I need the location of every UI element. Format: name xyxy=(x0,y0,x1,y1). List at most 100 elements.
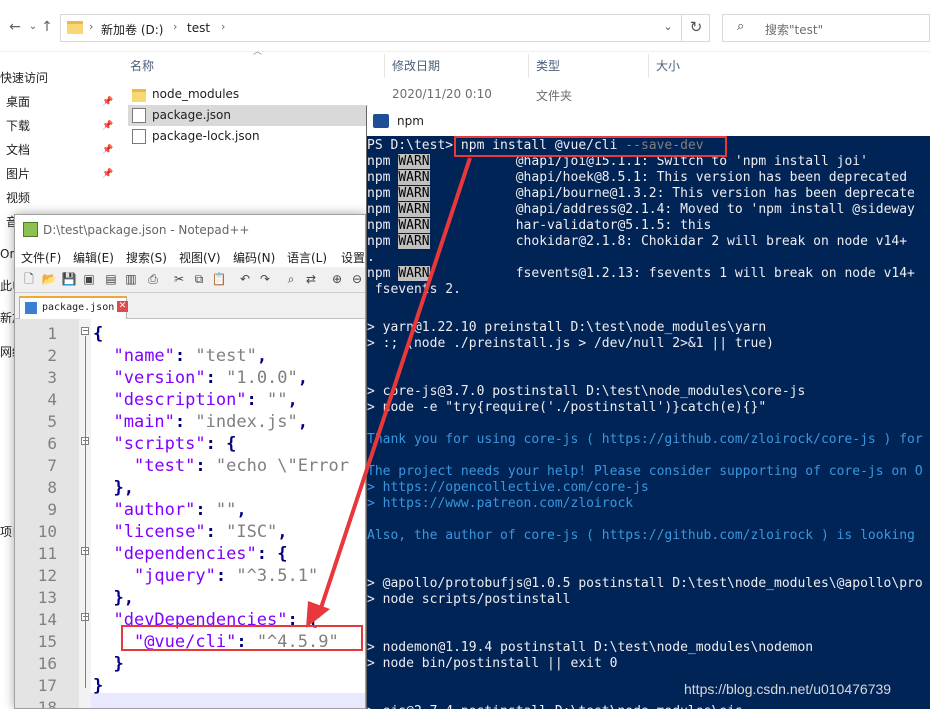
column-date-modified[interactable]: 修改日期 xyxy=(392,57,440,74)
terminal-line: > core-js@3.7.0 postinstall D:\test\node… xyxy=(367,384,806,399)
breadcrumb-test[interactable]: test xyxy=(187,21,210,35)
nav-pictures[interactable]: 图片 📌 xyxy=(6,163,113,185)
print-icon[interactable]: ⎙ xyxy=(145,271,161,287)
replace-icon[interactable]: ⇄ xyxy=(303,271,319,287)
fold-guide-line xyxy=(85,336,86,688)
nav-videos[interactable]: 视频 xyxy=(6,187,112,209)
column-name[interactable]: 名称 xyxy=(130,57,154,74)
close-all-icon[interactable]: ▥ xyxy=(123,271,139,287)
file-name: package-lock.json xyxy=(152,129,260,143)
menu-edit[interactable]: 编辑(E) xyxy=(73,249,114,266)
nav-documents[interactable]: 文档 📌 xyxy=(6,139,113,161)
terminal-line: The project needs your help! Please cons… xyxy=(367,464,923,479)
menu-file[interactable]: 文件(F) xyxy=(21,249,61,266)
line-number: 15 xyxy=(37,632,57,651)
redo-icon[interactable]: ↷ xyxy=(257,271,273,287)
nav-downloads[interactable]: 下载 📌 xyxy=(6,115,113,137)
nav-quick-access[interactable]: 快速访问 xyxy=(0,67,106,89)
address-input[interactable]: › 新加卷 (D:) › test › xyxy=(60,14,710,42)
terminal-line: > https://www.patreon.com/zloirock xyxy=(367,496,634,511)
column-headers: ︿ 名称 修改日期 类型 大小 xyxy=(112,47,930,78)
menu-search[interactable]: 搜索(S) xyxy=(126,249,167,266)
line-number: 10 xyxy=(37,522,57,541)
chevron-right-icon[interactable]: › xyxy=(221,20,225,33)
tab-package-json[interactable]: package.json ✕ xyxy=(19,296,128,319)
column-divider[interactable] xyxy=(528,54,529,78)
close-file-icon[interactable]: ▤ xyxy=(103,271,119,287)
breadcrumb-drive[interactable]: 新加卷 (D:) xyxy=(101,21,163,38)
terminal-line: > https://opencollective.com/core-js xyxy=(367,480,649,495)
file-row-package-lock-json[interactable]: package-lock.json xyxy=(128,126,368,147)
npm-warn-line: npm WARN @hapi/bourne@1.3.2: This versio… xyxy=(367,186,915,201)
terminal-line: > ejs@2.7.4 postinstall D:\test\node_mod… xyxy=(367,704,743,709)
npm-warn-line: npm WARN fsevents@1.2.13: fsevents 1 wil… xyxy=(367,266,915,281)
column-divider[interactable] xyxy=(648,54,649,78)
code-line: }, xyxy=(113,478,134,498)
code-line: } xyxy=(93,676,104,696)
save-all-icon[interactable]: ▣ xyxy=(81,271,97,287)
column-size[interactable]: 大小 xyxy=(656,57,680,74)
back-arrow-icon[interactable]: ← xyxy=(6,18,24,36)
file-icon xyxy=(132,108,146,123)
line-number: 18 xyxy=(37,698,57,709)
line-number: 9 xyxy=(47,500,57,519)
code-line: } xyxy=(113,654,124,674)
notepad-tab-bar: package.json ✕ xyxy=(15,293,365,319)
watermark-url: https://blog.csdn.net/u010476739 xyxy=(684,681,892,697)
file-row-node-modules[interactable]: node_modules xyxy=(128,84,368,105)
column-divider[interactable] xyxy=(384,54,385,78)
terminal-line: . xyxy=(367,250,375,265)
open-file-icon[interactable]: 📂 xyxy=(41,271,57,287)
code-line: "name": "test", xyxy=(113,346,268,366)
address-history-dropdown-icon[interactable]: ⌄ xyxy=(655,14,681,42)
code-line: "license": "ISC", xyxy=(113,522,288,542)
line-number: 6 xyxy=(47,434,57,453)
saved-file-icon xyxy=(25,302,37,314)
column-type[interactable]: 类型 xyxy=(536,57,560,74)
line-number: 16 xyxy=(37,654,57,673)
pin-icon[interactable]: 📌 xyxy=(102,91,113,113)
code-line: "author": "", xyxy=(113,500,247,520)
search-input[interactable]: ⌕ 搜索"test" xyxy=(722,14,930,42)
refresh-icon[interactable]: ↻ xyxy=(681,14,710,42)
nav-pictures-label: 图片 xyxy=(6,167,31,181)
menu-encoding[interactable]: 编码(N) xyxy=(233,249,275,266)
pin-icon[interactable]: 📌 xyxy=(102,163,113,185)
menu-view[interactable]: 视图(V) xyxy=(179,249,221,266)
notepad-menu-bar: 文件(F) 编辑(E) 搜索(S) 视图(V) 编码(N) 语言(L) 设置 xyxy=(15,245,365,267)
save-icon[interactable]: 💾 xyxy=(61,271,77,287)
file-type: 文件夹 xyxy=(536,89,573,103)
code-line: { xyxy=(93,324,104,344)
new-file-icon[interactable]: 🗋 xyxy=(21,271,37,287)
nav-desktop[interactable]: 桌面 📌 xyxy=(6,91,113,113)
nav-documents-label: 文档 xyxy=(6,143,31,157)
paste-icon[interactable]: 📋 xyxy=(211,271,227,287)
terminal-line: fsevents 2. xyxy=(367,282,461,297)
find-icon[interactable]: ⌕ xyxy=(283,271,299,287)
pin-icon[interactable]: 📌 xyxy=(102,115,113,137)
zoom-out-icon[interactable]: ⊖ xyxy=(349,271,365,287)
terminal-title-bar[interactable]: npm xyxy=(367,106,930,136)
npm-warn-line: npm WARN chokidar@2.1.8: Chokidar 2 will… xyxy=(367,234,908,249)
up-arrow-icon[interactable]: ↑ xyxy=(38,18,56,36)
cut-icon[interactable]: ✂ xyxy=(171,271,187,287)
line-number: 17 xyxy=(37,676,57,695)
notepad-title-bar[interactable]: D:\test\package.json - Notepad++ xyxy=(15,215,365,245)
code-line: "jquery": "^3.5.1" xyxy=(133,566,319,586)
fold-toggle-icon[interactable]: − xyxy=(81,327,89,335)
chevron-right-icon[interactable]: › xyxy=(89,20,93,33)
menu-settings[interactable]: 设置 xyxy=(341,249,365,266)
chevron-right-icon[interactable]: › xyxy=(173,20,177,33)
file-row-package-json[interactable]: package.json xyxy=(128,105,368,126)
powershell-window[interactable]: npm PS D:\test> npm install @vue/cli --s… xyxy=(366,106,930,709)
pin-icon[interactable]: 📌 xyxy=(102,139,113,161)
line-number: 5 xyxy=(47,412,57,431)
menu-language[interactable]: 语言(L) xyxy=(287,249,327,266)
close-tab-icon[interactable]: ✕ xyxy=(117,301,128,312)
code-line: "main": "index.js", xyxy=(113,412,309,432)
copy-icon[interactable]: ⧉ xyxy=(191,271,207,287)
undo-icon[interactable]: ↶ xyxy=(237,271,253,287)
zoom-in-icon[interactable]: ⊕ xyxy=(329,271,345,287)
terminal-line: > node bin/postinstall || exit 0 xyxy=(367,656,618,671)
npm-warn-line: npm WARN har-validator@5.1.5: this xyxy=(367,218,712,233)
